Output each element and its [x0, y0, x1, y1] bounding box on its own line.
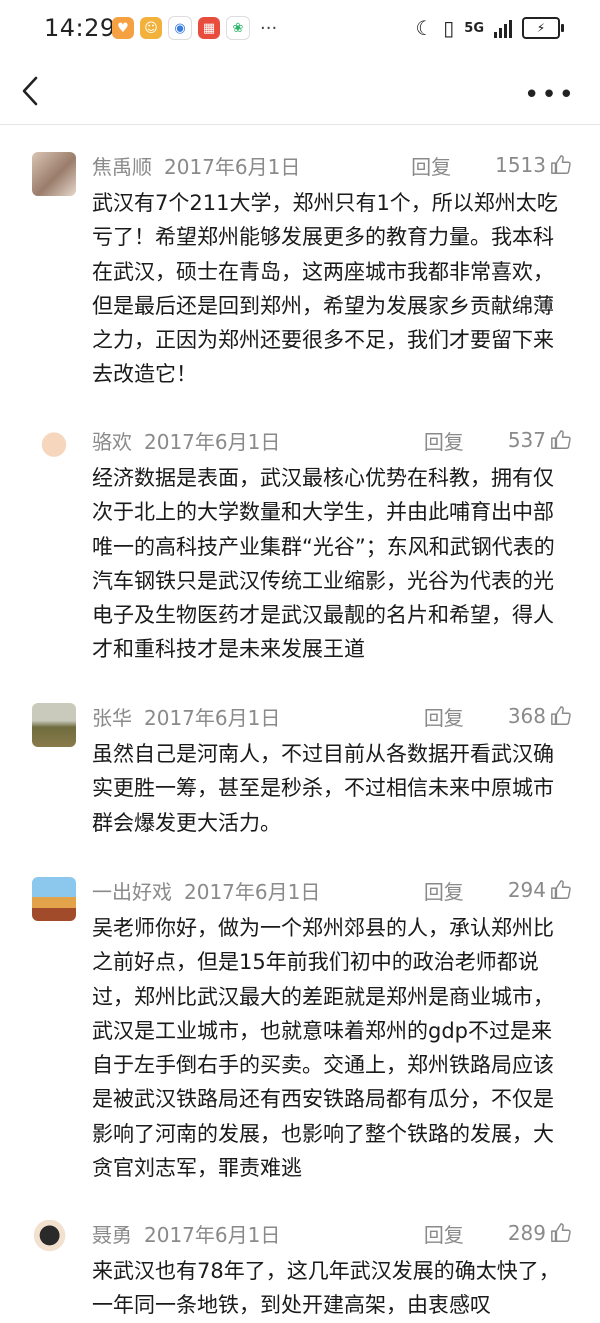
avatar[interactable] — [32, 152, 76, 196]
avatar[interactable] — [32, 703, 76, 747]
comment-text: 武汉有7个211大学，郑州只有1个，所以郑州太吃亏了！希望郑州能够发展更多的教育… — [92, 191, 558, 387]
comment-username[interactable]: 聂勇 — [92, 1219, 132, 1248]
comment-username[interactable]: 焦禹顺 — [92, 151, 152, 180]
more-notifications-icon: ··· — [260, 17, 278, 39]
more-dots-icon[interactable]: ••• — [524, 80, 576, 110]
thumbs-up-icon[interactable] — [550, 879, 572, 901]
heart-app-icon: ♥ — [112, 17, 134, 39]
moon-icon: ☾ — [415, 16, 434, 40]
reply-button[interactable]: 回复 — [424, 702, 464, 731]
leaf-app-icon: ❀ — [226, 16, 250, 40]
comment-date: 2017年6月1日 — [144, 705, 281, 730]
avatar[interactable] — [32, 877, 76, 921]
thumbs-up-icon[interactable] — [550, 1222, 572, 1244]
pin-app-icon: ◉ — [168, 16, 192, 40]
comment-username[interactable]: 张华 — [92, 702, 132, 731]
signal-icon — [494, 18, 512, 38]
comment-username[interactable]: 骆欢 — [92, 426, 132, 455]
grid-app-icon: ▦ — [198, 17, 220, 39]
smile-app-icon: ☺ — [140, 17, 162, 39]
comment-date: 2017年6月1日 — [144, 429, 281, 454]
comment-date: 2017年6月1日 — [184, 879, 321, 904]
reply-button[interactable]: 回复 — [424, 876, 464, 905]
reply-button[interactable]: 回复 — [424, 1219, 464, 1248]
comment-text: 吴老师你好，做为一个郑州郊县的人，承认郑州比之前好点，但是15年前我们初中的政治… — [92, 916, 554, 1181]
comment-date: 2017年6月1日 — [164, 154, 301, 179]
battery-charging-icon: ⚡ — [522, 17, 564, 39]
like-count: 294 — [507, 878, 546, 902]
like-count: 537 — [507, 428, 546, 452]
reply-button[interactable]: 回复 — [411, 151, 451, 180]
like-count: 1513 — [495, 153, 546, 177]
network-type: 5G — [464, 20, 484, 36]
comment-text: 经济数据是表面，武汉最核心优势在科教，拥有仅次于北上的大学数量和大学生，并由此哺… — [92, 466, 555, 662]
avatar[interactable] — [32, 1220, 76, 1264]
thumbs-up-icon[interactable] — [550, 154, 572, 176]
thumbs-up-icon[interactable] — [550, 429, 572, 451]
nav-bar: ••• — [0, 60, 600, 125]
status-time: 14:29 — [44, 14, 116, 42]
comment-text: 虽然自己是河南人，不过目前从各数据开看武汉确实更胜一筹，甚至是秒杀，不过相信未来… — [92, 742, 554, 835]
notification-icons: ♥ ☺ ◉ ▦ ❀ ··· — [112, 16, 277, 40]
thumbs-up-icon[interactable] — [550, 705, 572, 727]
like-count: 368 — [507, 704, 546, 728]
comment-text: 来武汉也有78年了，这几年武汉发展的确太快了，一年同一条地铁，到处开建高架，由衷… — [92, 1259, 560, 1318]
avatar[interactable] — [32, 427, 76, 471]
like-count: 289 — [507, 1221, 546, 1245]
comment-username[interactable]: 一出好戏 — [92, 876, 172, 905]
vibrate-icon: ▯ — [443, 16, 455, 40]
chevron-left-icon[interactable] — [16, 74, 46, 108]
comment-date: 2017年6月1日 — [144, 1222, 281, 1247]
reply-button[interactable]: 回复 — [424, 426, 464, 455]
status-bar: 14:29 ♥ ☺ ◉ ▦ ❀ ··· ☾ ▯ 5G ⚡ — [0, 0, 600, 60]
